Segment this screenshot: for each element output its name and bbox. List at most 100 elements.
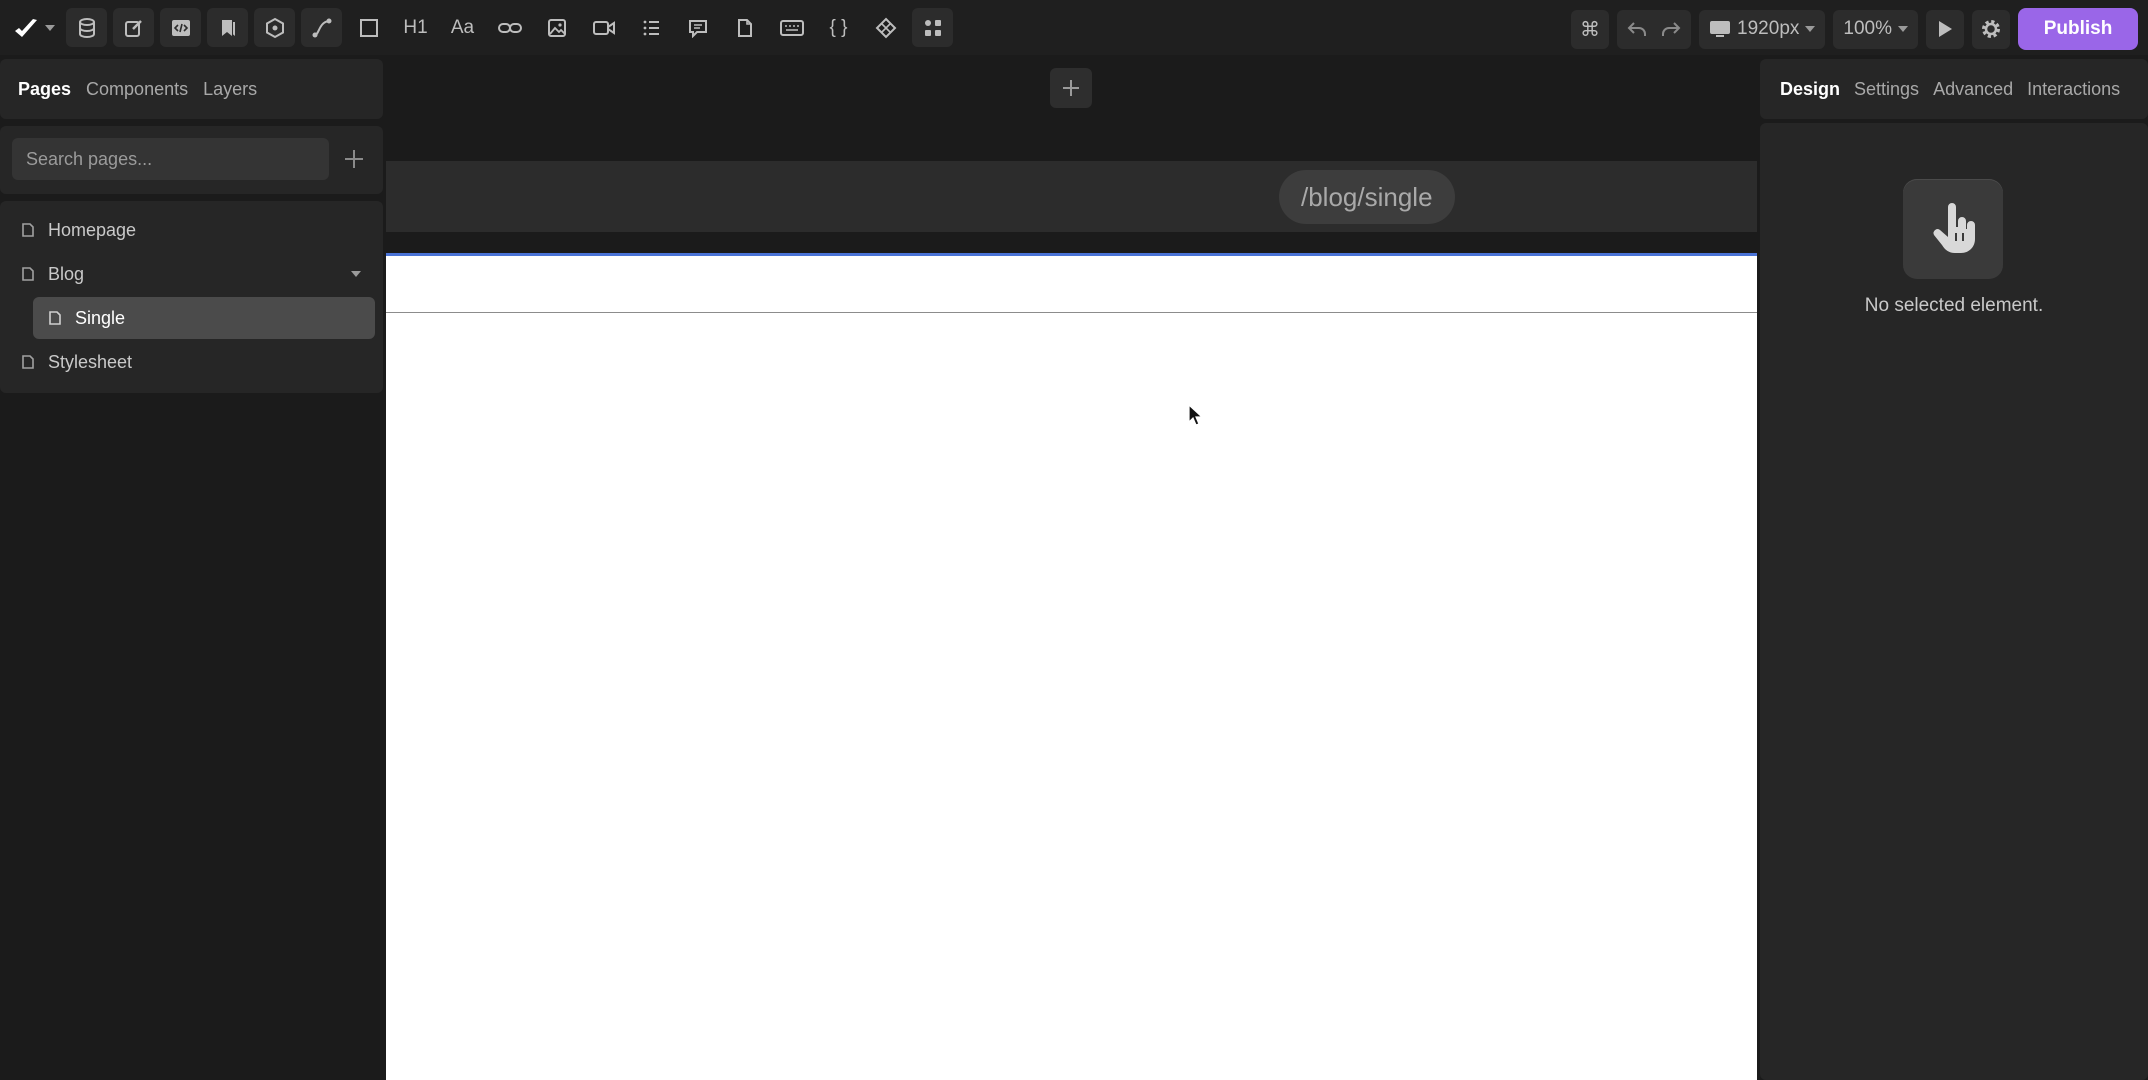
tab-interactions[interactable]: Interactions xyxy=(2027,79,2120,100)
page-list: Homepage Blog Single Stylesheet xyxy=(0,201,383,393)
diamond-grid-icon xyxy=(875,17,897,39)
path-icon xyxy=(311,17,333,39)
list-tool-button[interactable] xyxy=(630,8,671,47)
page-icon xyxy=(20,266,36,282)
hexagon-icon xyxy=(264,17,286,39)
database-icon xyxy=(77,17,97,38)
empty-state-message: No selected element. xyxy=(1864,295,2044,316)
undo-redo-group xyxy=(1617,9,1692,49)
pages-panel: Pages Components Layers Homepage Blog S xyxy=(0,59,383,393)
empty-state-icon-box xyxy=(1903,179,2003,279)
preview-button[interactable] xyxy=(1926,9,1964,49)
mouse-cursor-icon xyxy=(1188,404,1204,428)
shortcuts-button[interactable]: ⌘ xyxy=(1571,9,1610,49)
image-tool-button[interactable] xyxy=(536,8,577,47)
database-button[interactable] xyxy=(66,8,107,47)
page-canvas[interactable] xyxy=(386,253,1757,1080)
link-icon xyxy=(497,18,522,38)
heading-tool-button[interactable]: H1 xyxy=(395,8,436,47)
page-item-stylesheet[interactable]: Stylesheet xyxy=(8,341,375,383)
code-tool-button[interactable]: { } xyxy=(818,8,859,47)
chevron-down-icon[interactable] xyxy=(351,271,361,277)
code-braces-icon: { } xyxy=(829,16,848,38)
settings-button[interactable] xyxy=(1972,9,2010,49)
publish-button[interactable]: Publish xyxy=(2018,8,2138,50)
page-search-bar xyxy=(0,126,383,194)
tab-layers[interactable]: Layers xyxy=(203,79,257,100)
image-icon xyxy=(547,18,567,38)
embed-tool-button[interactable] xyxy=(724,8,765,47)
play-icon xyxy=(1937,20,1953,38)
page-item-label: Homepage xyxy=(48,219,137,240)
form-tool-button[interactable] xyxy=(771,8,812,47)
keyboard-icon xyxy=(779,18,804,38)
video-icon xyxy=(592,18,616,38)
plus-icon xyxy=(1061,78,1081,98)
page-item-label: Blog xyxy=(48,263,85,284)
tab-design[interactable]: Design xyxy=(1780,79,1840,100)
chevron-down-icon xyxy=(45,24,55,31)
video-tool-button[interactable] xyxy=(583,8,624,47)
bookmark-button[interactable] xyxy=(207,8,248,47)
app-menu-button[interactable] xyxy=(8,8,60,47)
text-icon: Aa xyxy=(450,16,475,38)
search-pages-input[interactable] xyxy=(12,138,329,180)
gear-icon xyxy=(1980,18,2002,40)
comment-icon xyxy=(688,18,708,38)
tab-pages[interactable]: Pages xyxy=(18,79,71,100)
page-url-chip[interactable]: /blog/single xyxy=(1279,170,1455,224)
page-item-label: Single xyxy=(75,307,126,328)
top-toolbar: H1 Aa {} ⌘ 1920px 100% Publish xyxy=(0,0,2148,55)
page-item-blog[interactable]: Blog xyxy=(8,253,375,295)
tab-settings[interactable]: Settings xyxy=(1854,79,1919,100)
toolbar-right: ⌘ 1920px 100% Publish xyxy=(1571,8,2138,50)
tab-advanced[interactable]: Advanced xyxy=(1933,79,2013,100)
tab-components[interactable]: Components xyxy=(86,79,188,100)
redo-icon[interactable] xyxy=(1661,20,1681,38)
bookmark-icon xyxy=(218,18,238,38)
code-file-button[interactable] xyxy=(160,8,201,47)
box-tool-button[interactable] xyxy=(348,8,389,47)
undo-icon[interactable] xyxy=(1627,20,1647,38)
edit-icon xyxy=(124,18,144,38)
logo-icon xyxy=(13,17,39,39)
apps-icon xyxy=(923,18,943,38)
symbol-tool-button[interactable] xyxy=(865,8,906,47)
interactions-button[interactable] xyxy=(301,8,342,47)
right-panel-tabs: Design Settings Advanced Interactions xyxy=(1760,59,2148,119)
page-item-label: Stylesheet xyxy=(48,351,133,372)
text-tool-button[interactable]: Aa xyxy=(442,8,483,47)
chevron-down-icon xyxy=(1898,26,1908,32)
zoom-value: 100% xyxy=(1843,18,1892,39)
canvas-url-bar: /blog/single xyxy=(386,161,1757,232)
left-panel-tabs: Pages Components Layers xyxy=(0,59,383,119)
zoom-select[interactable]: 100% xyxy=(1833,9,1918,49)
page-icon xyxy=(20,222,36,238)
edit-button[interactable] xyxy=(113,8,154,47)
pointer-hand-icon xyxy=(1930,203,1976,255)
chevron-down-icon xyxy=(1805,26,1816,32)
page-item-single[interactable]: Single xyxy=(33,297,375,339)
component-button[interactable] xyxy=(254,8,295,47)
link-tool-button[interactable] xyxy=(489,8,530,47)
command-icon: ⌘ xyxy=(1580,18,1601,41)
toolbar-tools: H1 Aa {} xyxy=(8,8,953,47)
page-icon xyxy=(47,310,63,326)
square-icon xyxy=(359,18,379,38)
breakpoint-value: 1920px xyxy=(1737,18,1800,39)
add-section-button[interactable] xyxy=(1050,68,1092,108)
add-page-icon[interactable] xyxy=(343,148,365,170)
comment-tool-button[interactable] xyxy=(677,8,718,47)
desktop-icon xyxy=(1709,20,1731,38)
inspector-panel: Design Settings Advanced Interactions No… xyxy=(1760,59,2148,1080)
document-icon xyxy=(735,18,755,38)
list-icon xyxy=(641,18,661,38)
code-file-icon xyxy=(171,18,191,38)
page-item-homepage[interactable]: Homepage xyxy=(8,209,375,251)
heading-icon: H1 xyxy=(403,16,428,38)
breakpoint-select[interactable]: 1920px xyxy=(1699,9,1826,49)
apps-button[interactable] xyxy=(912,8,953,47)
inspector-body: No selected element. xyxy=(1760,123,2148,1080)
page-icon xyxy=(20,354,36,370)
canvas-section-divider xyxy=(386,312,1757,313)
